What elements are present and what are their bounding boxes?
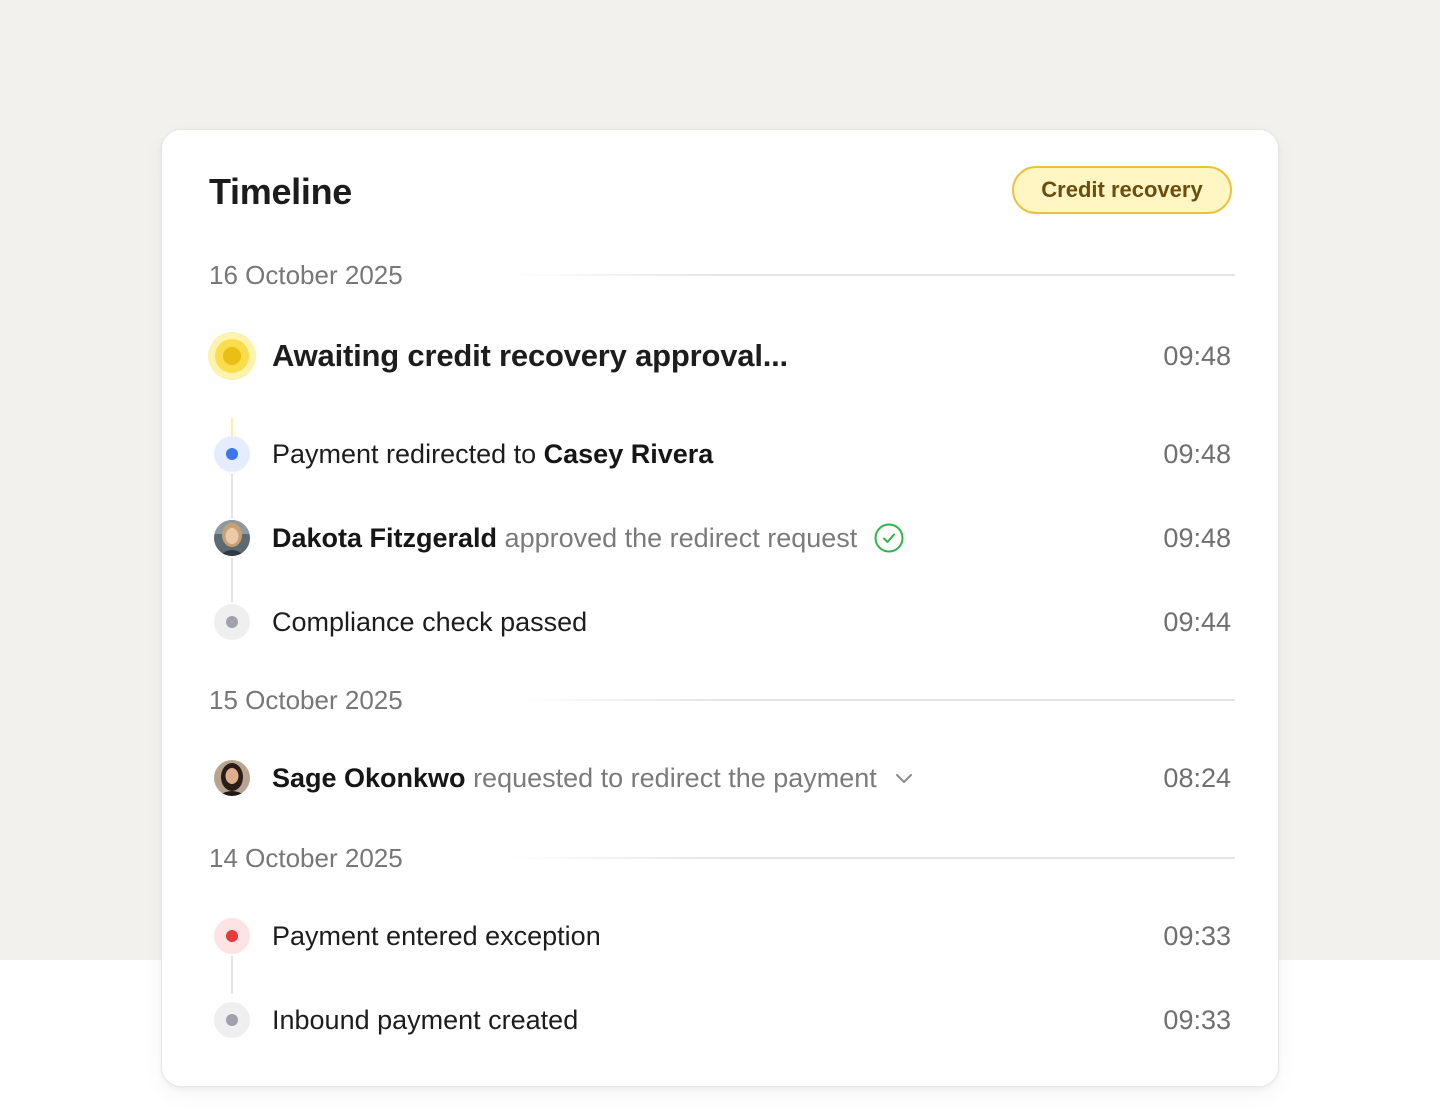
date-label: 15 October 2025 <box>209 684 403 715</box>
event-action: approved the redirect request <box>497 522 858 553</box>
timeline-card: Timeline Credit recovery 16 October 2025… <box>161 129 1279 1087</box>
timeline-connector <box>231 418 233 438</box>
timeline-event[interactable]: Sage Okonkwo requested to redirect the p… <box>272 758 915 798</box>
divider-line <box>506 699 1235 701</box>
timeline-event-title: Awaiting credit recovery approval... <box>272 338 788 373</box>
timeline-event: Payment redirected to Casey Rivera <box>272 434 713 474</box>
event-time: 09:33 <box>1163 1004 1231 1035</box>
event-time: 09:48 <box>1163 438 1231 469</box>
avatar <box>214 760 250 796</box>
blue-status-dot-icon <box>214 436 250 472</box>
timeline-connector <box>231 474 233 518</box>
chevron-down-icon[interactable] <box>893 767 915 789</box>
red-status-dot-icon <box>214 918 250 954</box>
event-time: 09:33 <box>1163 920 1231 951</box>
timeline-connector <box>231 558 233 602</box>
date-divider: 15 October 2025 <box>209 683 1235 717</box>
gray-status-dot-icon <box>214 1002 250 1038</box>
recipient-name: Casey Rivera <box>543 438 714 469</box>
divider-line <box>506 857 1235 859</box>
check-circle-icon <box>873 522 905 554</box>
avatar <box>214 520 250 556</box>
requester-name: Sage Okonkwo <box>272 762 466 793</box>
timeline-event: Payment entered exception <box>272 920 601 951</box>
event-time: 09:44 <box>1163 606 1231 637</box>
date-divider: 16 October 2025 <box>209 258 1235 292</box>
gray-status-dot-icon <box>214 604 250 640</box>
timeline-event: Inbound payment created <box>272 1004 579 1035</box>
divider-line <box>506 274 1235 276</box>
approver-name: Dakota Fitzgerald <box>272 522 498 553</box>
event-action: requested to redirect the payment <box>465 762 877 793</box>
pending-status-icon <box>208 332 256 380</box>
timeline-connector <box>231 956 233 994</box>
card-title: Timeline <box>209 171 352 212</box>
timeline-event: Compliance check passed <box>272 606 588 637</box>
date-label: 14 October 2025 <box>209 842 403 873</box>
event-time: 09:48 <box>1163 340 1231 371</box>
date-label: 16 October 2025 <box>209 259 403 290</box>
event-text: Payment redirected to <box>272 438 544 469</box>
event-time: 08:24 <box>1163 762 1231 793</box>
date-divider: 14 October 2025 <box>209 841 1235 875</box>
event-time: 09:48 <box>1163 522 1231 553</box>
credit-recovery-badge[interactable]: Credit recovery <box>1012 166 1232 214</box>
timeline-event: Dakota Fitzgerald approved the redirect … <box>272 518 905 558</box>
